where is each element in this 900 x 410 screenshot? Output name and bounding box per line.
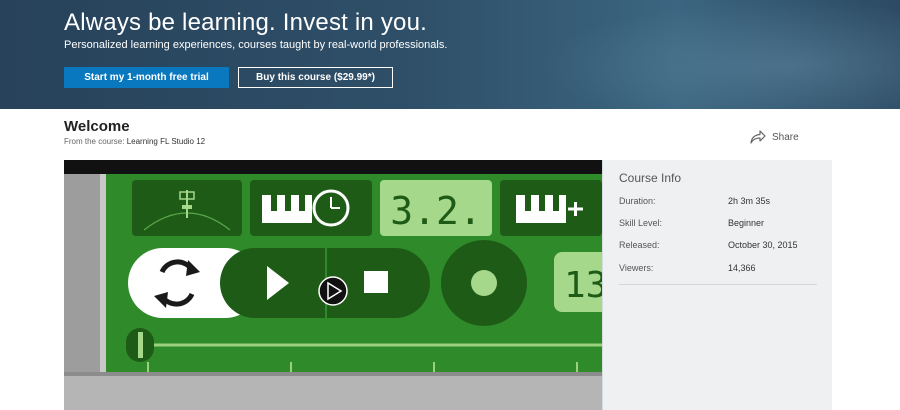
counter-tile: 3.2. [380, 180, 492, 236]
hero-title: Always be learning. Invest in you. [64, 9, 427, 36]
partial-tile-text: 13 [564, 265, 602, 306]
share-button[interactable]: Share [750, 130, 799, 144]
page-title: Welcome [64, 118, 130, 135]
viewers-label: Viewers: [619, 263, 654, 273]
free-trial-button[interactable]: Start my 1-month free trial [64, 67, 229, 88]
info-divider [619, 284, 817, 285]
course-link[interactable]: Learning FL Studio 12 [127, 137, 205, 146]
course-info-panel: Course Info Duration: 2h 3m 35s Skill Le… [602, 160, 832, 410]
course-breadcrumb: From the course: Learning FL Studio 12 [64, 137, 205, 146]
info-row-duration: Duration: 2h 3m 35s [619, 196, 819, 206]
duration-label: Duration: [619, 196, 656, 206]
add-pattern-tile [500, 180, 602, 236]
released-label: Released: [619, 240, 660, 250]
pattern-clock-tile [250, 180, 372, 236]
skill-level-value: Beginner [728, 218, 765, 228]
counter-text: 3.2. [390, 189, 482, 233]
hero-subtitle: Personalized learning experiences, cours… [64, 39, 448, 51]
skill-level-label: Skill Level: [619, 218, 663, 228]
course-info-title: Course Info [619, 171, 682, 185]
share-icon [750, 130, 766, 144]
hero-banner: Always be learning. Invest in you. Perso… [0, 0, 900, 109]
video-frame: 3.2. 13 [64, 160, 602, 410]
buy-course-button[interactable]: Buy this course ($29.99*) [238, 67, 393, 88]
duration-value: 2h 3m 35s [728, 196, 771, 206]
record-tile [441, 240, 527, 326]
from-course-label: From the course: [64, 137, 125, 146]
share-label: Share [772, 131, 799, 143]
released-value: October 30, 2015 [728, 240, 798, 250]
metronome-tile [132, 180, 242, 236]
partial-right-tile: 13 [554, 252, 602, 312]
info-row-released: Released: October 30, 2015 [619, 240, 819, 250]
viewers-value: 14,366 [728, 263, 756, 273]
info-row-viewers: Viewers: 14,366 [619, 263, 819, 273]
video-player[interactable]: 3.2. 13 [64, 160, 602, 410]
video-play-button[interactable] [318, 276, 348, 306]
info-row-skill-level: Skill Level: Beginner [619, 218, 819, 228]
